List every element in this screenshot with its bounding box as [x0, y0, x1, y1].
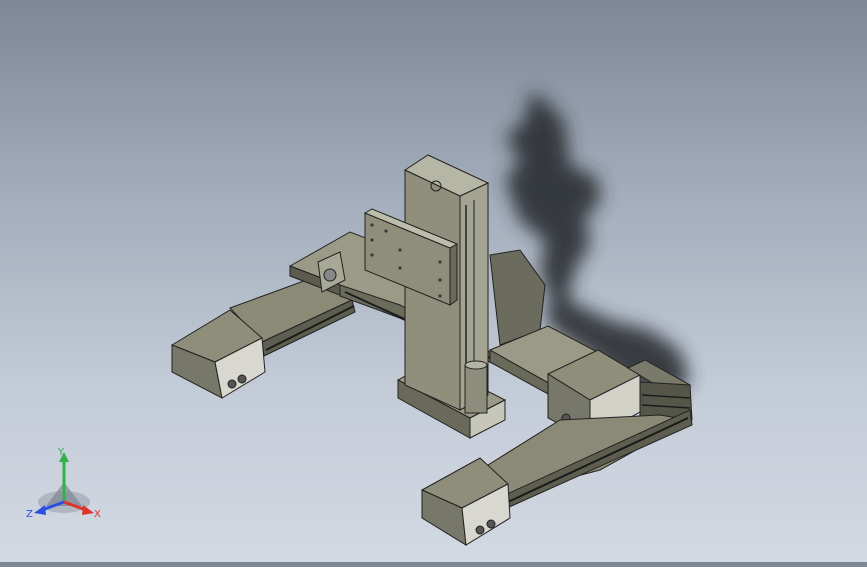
triad-graphic: Y X Z — [26, 447, 101, 520]
coordinate-triad[interactable]: Y X Z — [22, 446, 106, 526]
x-axis-label: X — [94, 509, 101, 520]
left-bolt-hole — [227, 379, 237, 389]
front-bolt-hole — [475, 525, 485, 535]
z-axis-label: Z — [26, 509, 33, 520]
mounting-plate-side — [449, 243, 458, 306]
z-motor-body — [464, 364, 488, 414]
cad-3d-viewport[interactable] — [0, 0, 867, 562]
gantry-model[interactable] — [0, 0, 867, 562]
left-bolt-hole — [237, 374, 247, 384]
z-motor-cap — [464, 360, 488, 370]
x-axis-head — [82, 505, 94, 515]
crossbeam-motor-shaft — [323, 268, 337, 282]
z-axis-head — [34, 505, 46, 515]
front-bolt-hole — [486, 519, 496, 529]
left-y-axis-module[interactable] — [170, 277, 356, 399]
y-axis-label: Y — [57, 447, 65, 458]
